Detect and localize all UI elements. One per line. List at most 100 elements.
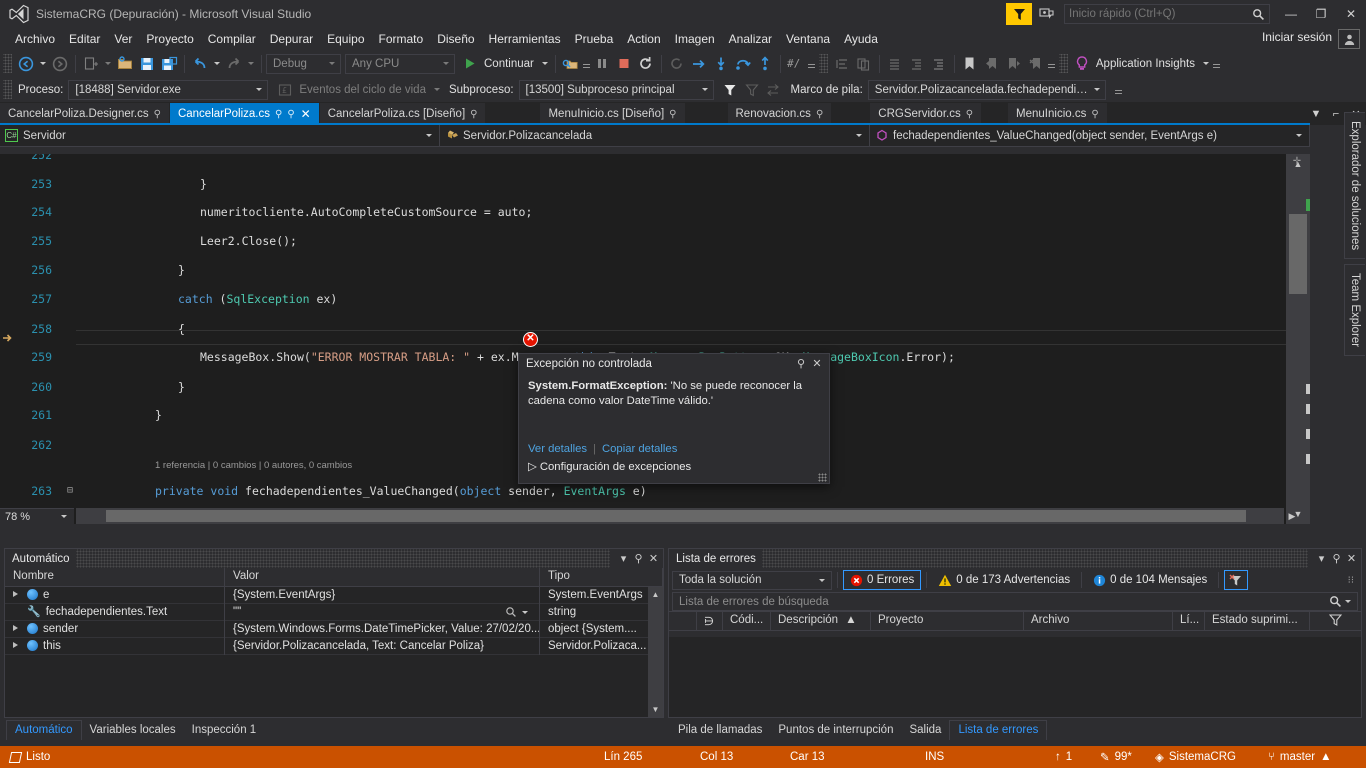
column-header-linea[interactable]: Lí... — [1173, 612, 1205, 630]
bottom-tab-lista-de-errores[interactable]: Lista de errores — [949, 720, 1048, 740]
status-branch[interactable]: ⑂ master ▲ — [1268, 751, 1331, 763]
close-icon[interactable]: ✕ — [1344, 552, 1359, 565]
resize-grip-icon[interactable] — [818, 473, 827, 482]
menu-item-compilar[interactable]: Compilar — [201, 30, 263, 48]
column-header-tipo[interactable]: Tipo — [540, 568, 663, 586]
open-file-icon[interactable] — [114, 53, 136, 75]
menu-item-herramientas[interactable]: Herramientas — [482, 30, 568, 48]
solution-platform-combo[interactable]: Any CPU — [345, 53, 455, 74]
expand-icon[interactable] — [13, 642, 18, 649]
thread-flag-icon[interactable] — [741, 79, 763, 101]
column-header-severity-icon[interactable]: ⋻ — [697, 612, 723, 630]
pin-icon[interactable]: ⚲ — [1091, 109, 1098, 120]
redo-dropdown-icon[interactable] — [248, 62, 254, 65]
toggle-bookmark-icon[interactable] — [959, 53, 981, 75]
column-header-estado[interactable]: Estado suprimi... — [1205, 612, 1310, 630]
variable-value[interactable]: {System.EventArgs} — [233, 589, 335, 601]
exception-error-icon[interactable]: ✕ — [523, 332, 538, 347]
document-tab-cancelarpoliza-design[interactable]: CancelarPoliza.cs [Diseño] ⚲ — [319, 103, 487, 125]
dock-tab-solution-explorer[interactable]: Explorador de soluciones — [1344, 112, 1365, 260]
table-row[interactable]: e {System.EventArgs} System.EventArgs — [5, 586, 663, 604]
menu-item-ayuda[interactable]: Ayuda — [837, 30, 885, 48]
messages-filter-chip[interactable]: 0 de 104 Mensajes — [1087, 570, 1213, 590]
save-icon[interactable] — [136, 53, 158, 75]
toolbar-grip[interactable] — [3, 54, 12, 73]
pause-icon[interactable] — [591, 53, 613, 75]
stackframe-combo[interactable]: Servidor.Polizacancelada.fechadependient — [867, 79, 1106, 100]
increase-indent-icon[interactable] — [928, 53, 950, 75]
error-list-rows[interactable] — [669, 637, 1361, 717]
decrease-indent-icon[interactable] — [906, 53, 928, 75]
codelens-annotation[interactable]: 1 referencia | 0 cambios | 0 autores, 0 … — [155, 459, 352, 474]
scrollbar-thumb[interactable] — [1289, 214, 1307, 294]
restart-icon[interactable] — [635, 53, 657, 75]
save-all-icon[interactable] — [158, 53, 180, 75]
restore-button[interactable]: ❐ — [1306, 2, 1336, 26]
document-tab-menuinicio-design[interactable]: MenuInicio.cs [Diseño] ⚲ — [540, 103, 686, 125]
column-header-proyecto[interactable]: Proyecto — [871, 612, 1024, 630]
redo-icon[interactable] — [223, 53, 245, 75]
toolbar-grip-3[interactable] — [1058, 54, 1068, 73]
bottom-tab-inspeccion-1[interactable]: Inspección 1 — [184, 721, 265, 739]
document-tab-crgservidor[interactable]: CRGServidor.cs ⚲ — [870, 103, 983, 125]
variable-value[interactable]: "" — [233, 606, 241, 618]
status-incoming-changes[interactable]: ↑ 1 — [1055, 751, 1072, 763]
scroll-right-icon[interactable]: ▶ — [1284, 508, 1300, 524]
hscrollbar-thumb[interactable] — [106, 510, 1246, 522]
pin-icon[interactable]: ⚲ — [154, 109, 161, 120]
status-pending-changes[interactable]: ✎ 99* — [1100, 750, 1132, 764]
pin-icon[interactable]: ⚲ — [669, 109, 676, 120]
toolbar-overflow-icon[interactable]: ⁝⁝ — [1348, 575, 1358, 586]
copy-details-link[interactable]: Copiar detalles — [602, 443, 677, 455]
debug-toolbar-grip[interactable] — [3, 80, 12, 99]
editor-horizontal-scrollbar[interactable]: ◀ ▶ — [65, 508, 1295, 524]
menu-item-formato[interactable]: Formato — [372, 30, 431, 48]
clear-filter-button[interactable] — [1224, 570, 1249, 590]
autos-vertical-scrollbar[interactable]: ▲ ▼ — [648, 587, 663, 717]
thread-filter-icon[interactable] — [719, 79, 741, 101]
panel-menu-icon[interactable]: ▾ — [616, 552, 631, 565]
close-button[interactable]: ✕ — [1336, 2, 1366, 26]
close-icon[interactable]: ✕ — [646, 552, 661, 565]
bottom-tab-puntos-de-interrupcion[interactable]: Puntos de interrupción — [770, 721, 901, 739]
table-row[interactable]: sender {System.Windows.Forms.DateTimePic… — [5, 620, 663, 638]
restore-document-icon[interactable]: ⌐ — [1326, 103, 1346, 125]
tab-list-dropdown-icon[interactable]: ▼ — [1306, 103, 1326, 125]
pin-icon[interactable]: ⚲ — [631, 552, 646, 565]
new-project-dropdown-icon[interactable] — [105, 62, 111, 65]
pin-icon[interactable]: ⚲ — [1329, 552, 1344, 565]
toolbar-grip-2[interactable] — [818, 54, 828, 73]
document-tab-cancelarpoliza[interactable]: CancelarPoliza.cs ⚲ ⚲ ✕ — [169, 103, 320, 125]
variable-value[interactable]: {Servidor.Polizacancelada, Text: Cancela… — [233, 640, 484, 652]
menu-item-prueba[interactable]: Prueba — [568, 30, 621, 48]
column-header-codigo[interactable]: Códi... — [723, 612, 771, 630]
indent-left-icon[interactable] — [831, 53, 853, 75]
column-header-archivo[interactable]: Archivo — [1024, 612, 1173, 630]
error-list-search-box[interactable]: Lista de errores de búsqueda — [672, 592, 1358, 611]
column-filter-icon[interactable] — [1310, 612, 1361, 630]
notifications-icon[interactable] — [1032, 3, 1060, 25]
process-combo[interactable]: [18488] Servidor.exe — [68, 79, 269, 100]
navbar-class-combo[interactable]: Servidor.Polizacancelada — [440, 125, 870, 146]
bottom-tab-salida[interactable]: Salida — [901, 721, 949, 739]
step-into-icon[interactable] — [710, 53, 732, 75]
app-insights-label[interactable]: Application Insights — [1096, 58, 1195, 70]
editor-vertical-scrollbar[interactable]: ▲ ▼ — [1286, 154, 1310, 524]
status-repository[interactable]: ◈ SistemaCRG — [1155, 750, 1236, 764]
map-mode-icon[interactable]: ✛ — [1286, 156, 1308, 170]
column-header-nombre[interactable]: Nombre — [5, 568, 225, 586]
bottom-tab-variables-locales[interactable]: Variables locales — [82, 721, 184, 739]
variable-value[interactable]: {System.Windows.Forms.DateTimePicker, Va… — [233, 623, 539, 635]
hex-display-icon[interactable]: #/ — [785, 53, 807, 75]
scroll-down-icon[interactable]: ▼ — [648, 702, 663, 717]
editor-zoom-combo[interactable]: 78 % — [0, 508, 74, 524]
table-row[interactable]: 🔧 fechadependientes.Text "" string — [5, 603, 663, 621]
visualizer-dropdown-icon[interactable] — [522, 610, 528, 614]
menu-item-ver[interactable]: Ver — [107, 30, 139, 48]
feedback-icon[interactable] — [1006, 3, 1032, 25]
quick-launch-input[interactable] — [1069, 8, 1252, 20]
menu-item-diseno[interactable]: Diseño — [430, 30, 481, 48]
pin-toggle-icon[interactable]: ⚲ — [287, 109, 294, 120]
table-row[interactable]: this {Servidor.Polizacancelada, Text: Ca… — [5, 637, 663, 655]
menu-item-ventana[interactable]: Ventana — [779, 30, 837, 48]
